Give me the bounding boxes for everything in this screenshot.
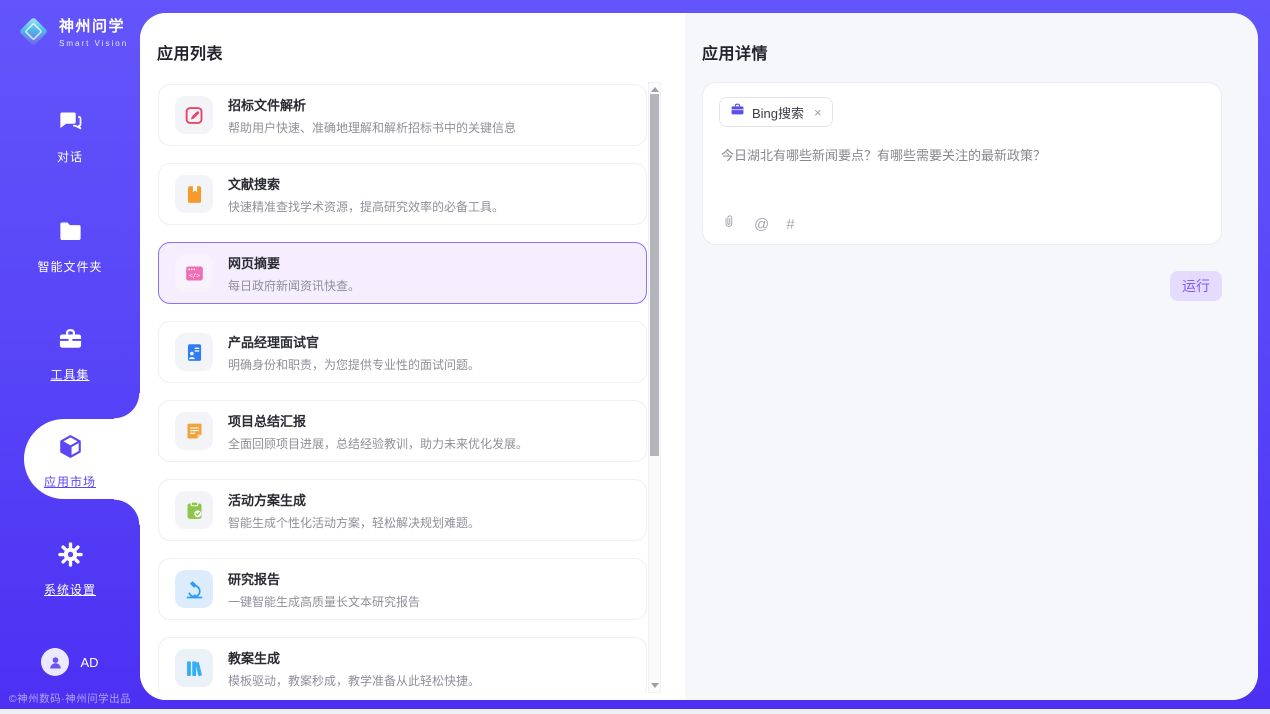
sidebar-item-label: 工具集 xyxy=(50,366,89,383)
user-initials: AD xyxy=(80,655,98,670)
at-icon[interactable]: @ xyxy=(754,217,769,232)
app-card-description: 明确身份和职责，为您提供专业性的面试问题。 xyxy=(228,356,480,373)
app-list-title: 应用列表 xyxy=(157,40,223,64)
avatar[interactable] xyxy=(41,648,69,676)
sidebar-item-2[interactable]: 工具集 xyxy=(0,326,140,383)
sidebar-item-label: 系统设置 xyxy=(44,581,96,598)
app-card-description: 一键智能生成高质量长文本研究报告 xyxy=(228,593,420,610)
app-list-scrollbar[interactable] xyxy=(648,82,661,693)
app-list: 招标文件解析 帮助用户快速、准确地理解和解析招标书中的关键信息 文献搜索 快速精… xyxy=(158,84,648,693)
app-card-title: 项目总结汇报 xyxy=(228,411,528,430)
book-icon xyxy=(175,175,213,213)
app-card[interactable]: 研究报告 一键智能生成高质量长文本研究报告 xyxy=(158,558,647,620)
tag-close-icon[interactable]: × xyxy=(814,105,822,120)
app-detail-title: 应用详情 xyxy=(702,40,768,64)
app-card-title: 研究报告 xyxy=(228,569,420,588)
sidebar-item-0[interactable]: 对话 xyxy=(0,108,140,165)
app-card[interactable]: </> 网页摘要 每日政府新闻资讯快查。 xyxy=(158,242,647,304)
microscope-icon xyxy=(175,570,213,608)
run-button[interactable]: 运行 xyxy=(1170,271,1222,301)
app-card-description: 每日政府新闻资讯快查。 xyxy=(228,277,360,294)
app-card[interactable]: 产品经理面试官 明确身份和职责，为您提供专业性的面试问题。 xyxy=(158,321,647,383)
cube-icon xyxy=(57,433,84,465)
app-card-description: 全面回顾项目进展，总结经验教训，助力未来优化发展。 xyxy=(228,435,528,452)
hash-icon[interactable]: # xyxy=(786,217,794,232)
brand-subtitle: Smart Vision xyxy=(59,39,128,48)
app-card-description: 帮助用户快速、准确地理解和解析招标书中的关键信息 xyxy=(228,119,516,136)
browser-code-icon: </> xyxy=(175,254,213,292)
edit-doc-icon xyxy=(175,96,213,134)
brand-name: 神州问学 xyxy=(59,15,128,36)
app-card-title: 教案生成 xyxy=(228,648,480,667)
brand-logo: 神州问学 Smart Vision xyxy=(15,13,128,50)
query-input[interactable]: 今日湖北有哪些新闻要点？有哪些需要关注的最新政策？ xyxy=(721,145,1205,164)
app-card[interactable]: 活动方案生成 智能生成个性化活动方案，轻松解决规划难题。 xyxy=(158,479,647,541)
app-card-title: 活动方案生成 xyxy=(228,490,480,509)
sidebar-item-1[interactable]: 智能文件夹 xyxy=(0,218,140,275)
app-detail-panel: 应用详情 Bing搜索 × 今日湖北有哪些新闻要点？有哪些需要关注的最新政策？ … xyxy=(685,13,1258,700)
gear-icon xyxy=(57,541,84,573)
person-icon xyxy=(47,654,64,671)
interview-doc-icon xyxy=(175,333,213,371)
sidebar-item-label: 对话 xyxy=(57,148,83,165)
app-card-title: 网页摘要 xyxy=(228,253,360,272)
sidebar-item-4[interactable]: 系统设置 xyxy=(0,541,140,598)
app-card-title: 产品经理面试官 xyxy=(228,332,480,351)
sidebar: 神州问学 Smart Vision 对话 智能文件夹 工具集 应用市场 系统设置… xyxy=(0,0,140,714)
sidebar-item-label: 应用市场 xyxy=(44,473,96,490)
sidebar-item-3[interactable]: 应用市场 xyxy=(0,433,140,490)
chat-icon xyxy=(57,108,84,140)
clipboard-check-icon xyxy=(175,491,213,529)
svg-text:</>: </> xyxy=(188,272,199,279)
app-card[interactable]: 文献搜索 快速精准查找学术资源，提高研究效率的必备工具。 xyxy=(158,163,647,225)
main-container: 应用列表 招标文件解析 帮助用户快速、准确地理解和解析招标书中的关键信息 文献搜… xyxy=(140,13,1258,700)
books-icon xyxy=(175,649,213,687)
app-market-page: { "app": { "brand": { "name": "神州问学", "s… xyxy=(0,0,1270,714)
scroll-down-icon[interactable] xyxy=(651,683,659,688)
app-card[interactable]: 教案生成 模板驱动，教案秒成，教学准备从此轻松快捷。 xyxy=(158,637,647,693)
note-icon xyxy=(175,412,213,450)
app-card[interactable]: 招标文件解析 帮助用户快速、准确地理解和解析招标书中的关键信息 xyxy=(158,84,647,146)
app-card[interactable]: 项目总结汇报 全面回顾项目进展，总结经验教训，助力未来优化发展。 xyxy=(158,400,647,462)
bottom-edge-strip xyxy=(0,709,1270,714)
input-toolbar: @ # xyxy=(721,214,795,235)
app-card-description: 快速精准查找学术资源，提高研究效率的必备工具。 xyxy=(228,198,504,215)
scrollbar-thumb[interactable] xyxy=(650,94,659,456)
user-row: AD xyxy=(0,648,140,676)
app-card-title: 招标文件解析 xyxy=(228,95,516,114)
app-card-description: 模板驱动，教案秒成，教学准备从此轻松快捷。 xyxy=(228,672,480,689)
app-card-description: 智能生成个性化活动方案，轻松解决规划难题。 xyxy=(228,514,480,531)
copyright-text: ©神州数码·神州问学出品 xyxy=(0,691,140,706)
tool-tag-label: Bing搜索 xyxy=(752,103,804,122)
toolbox-icon xyxy=(57,326,84,358)
app-card-title: 文献搜索 xyxy=(228,174,504,193)
scroll-up-icon[interactable] xyxy=(651,87,659,92)
briefcase-icon xyxy=(730,102,745,122)
prompt-card: Bing搜索 × 今日湖北有哪些新闻要点？有哪些需要关注的最新政策？ @ # xyxy=(702,82,1222,245)
folder-icon xyxy=(57,218,84,250)
paperclip-icon[interactable] xyxy=(721,214,737,235)
app-list-panel: 应用列表 招标文件解析 帮助用户快速、准确地理解和解析招标书中的关键信息 文献搜… xyxy=(140,13,685,700)
brand-diamond-icon xyxy=(15,13,52,50)
sidebar-item-label: 智能文件夹 xyxy=(37,258,102,275)
tool-tag-bing-search[interactable]: Bing搜索 × xyxy=(719,97,833,127)
